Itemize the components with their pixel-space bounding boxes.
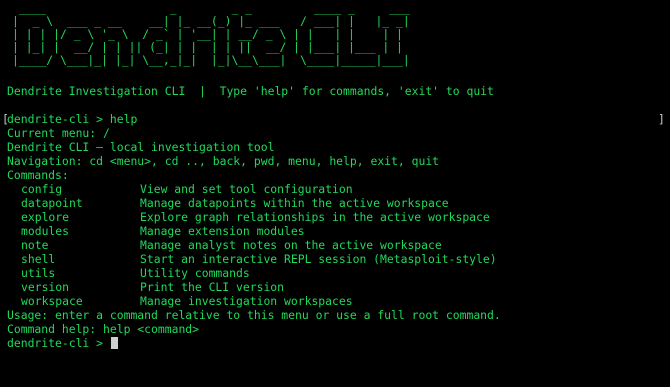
command-name: config — [21, 182, 63, 196]
command-name: datapoint — [21, 196, 83, 210]
command-row: note Manage analyst notes on the active … — [7, 238, 657, 252]
command-row: workspace Manage investigation workspace… — [7, 294, 657, 308]
command-description: View and set tool configuration — [140, 182, 353, 196]
command-description: Manage datapoints within the active work… — [140, 196, 449, 210]
ascii-banner: ____ _ _ _ ____ _ ___ | _ \ ___ _ __ __|… — [12, 2, 410, 67]
text-cursor[interactable] — [110, 337, 118, 349]
command-row: shell Start an interactive REPL session … — [7, 252, 657, 266]
command-description: Utility commands — [140, 266, 250, 280]
commands-header: Commands: — [7, 168, 69, 182]
command-row: config View and set tool configuration — [7, 182, 657, 196]
command-description: Print the CLI version — [140, 280, 285, 294]
command-description: Manage extension modules — [140, 224, 305, 238]
command-description: Manage analyst notes on the active works… — [140, 238, 442, 252]
command-description: Manage investigation workspaces — [140, 294, 353, 308]
command-row: utils Utility commands — [7, 266, 657, 280]
command-name: explore — [21, 210, 70, 224]
banner-line: | _ \ ___ _ __ __| |_ __(_) |_ ___ / ___… — [12, 14, 410, 28]
command-help-line: Command help: help <command> — [7, 322, 200, 336]
description-line: Dendrite CLI — local investigation tool — [7, 140, 275, 154]
command-description: Explore graph relationships in the activ… — [140, 210, 490, 224]
prompt-help-command: dendrite-cli > help — [7, 112, 138, 126]
command-name: utils — [21, 266, 56, 280]
command-row: datapoint Manage datapoints within the a… — [7, 196, 657, 210]
command-name: version — [21, 280, 70, 294]
command-name: shell — [21, 252, 56, 266]
terminal-output: dendrite-cli > help Current menu: / Dend… — [7, 112, 657, 350]
banner-line: |____/ \___|_| |_| \__,_|_| |_|\__\___| … — [12, 53, 410, 67]
command-row: explore Explore graph relationships in t… — [7, 210, 657, 224]
command-name: note — [21, 238, 49, 252]
command-row: version Print the CLI version — [7, 280, 657, 294]
welcome-message: Dendrite Investigation CLI | Type 'help'… — [7, 84, 494, 98]
command-row: modules Manage extension modules — [7, 224, 657, 238]
banner-line: ____ _ _ _ ____ _ ___ — [12, 1, 410, 15]
banner-line: | | | |/ _ \ '_ \ / _` | '__| | __/ _ \ … — [12, 27, 403, 41]
navigation-line: Navigation: cd <menu>, cd .., back, pwd,… — [7, 154, 440, 168]
banner-line: | |_| | __/ | | || (_| | | | | || __/ | … — [12, 40, 403, 54]
selection-bracket-right: ] — [658, 112, 665, 126]
usage-line: Usage: enter a command relative to this … — [7, 308, 501, 322]
command-name: workspace — [21, 294, 83, 308]
command-name: modules — [21, 224, 70, 238]
command-description: Start an interactive REPL session (Metas… — [140, 252, 497, 266]
prompt-line[interactable]: dendrite-cli > — [7, 336, 657, 350]
current-menu-line: Current menu: / — [7, 126, 110, 140]
terminal-window[interactable]: ____ _ _ _ ____ _ ___ | _ \ ___ _ __ __|… — [0, 0, 670, 387]
